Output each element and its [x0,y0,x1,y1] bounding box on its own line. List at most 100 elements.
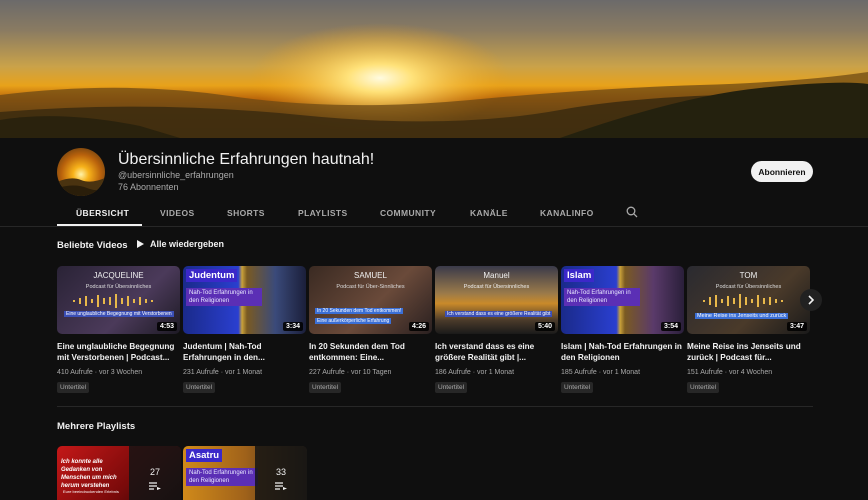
tab-playlists[interactable]: PLAYLISTS [298,208,348,218]
tab-about[interactable]: KANALINFO [540,208,594,218]
thumbnail-title: Islam [564,269,595,282]
view-count: 185 Aufrufe [561,369,597,376]
video-card[interactable]: Manuel Podcast für Übersinnliches Ich ve… [435,266,558,394]
carousel-next-button[interactable] [800,289,822,311]
playlist-icon [275,482,287,490]
view-count: 151 Aufrufe [687,369,723,376]
playlist-count-overlay: 33 [255,446,307,500]
thumbnail-subtitle: Podcast für Übersinnliches [85,284,152,290]
video-duration: 3:34 [282,322,303,331]
upload-age: vor 1 Monat [603,369,641,376]
subtitle-badge: Untertitel [561,382,594,393]
video-meta: 227 Aufrufe · vor 10 Tagen [309,369,392,376]
channel-avatar[interactable] [57,148,105,196]
subtitle-badge: Untertitel [435,382,468,393]
video-title[interactable]: In 20 Sekunden dem Tod entkommen: Eine..… [309,341,432,363]
video-card[interactable]: Judentum Nah-Tod Erfahrungen in den Reli… [183,266,306,394]
thumbnail-subtitle: Nah-Tod Erfahrungen in den Religionen [186,288,262,306]
thumbnail-caption: Eine unglaubliche Begegnung mit Verstorb… [64,311,174,317]
playlist-thumbnail-text: Ich konnte alle Gedanken von Menschen um… [61,459,117,489]
video-title[interactable]: Meine Reise ins Jenseits und zurück | Po… [687,341,810,363]
view-count: 227 Aufrufe [309,369,345,376]
video-duration: 4:53 [156,322,177,331]
play-icon [137,240,144,248]
playlist-video-count: 27 [149,467,160,477]
upload-age: vor 3 Wochen [99,369,143,376]
thumbnail-title: SAMUEL [354,271,387,280]
thumbnail-subtitle: Podcast für Über-Sinnliches [336,284,405,290]
tab-community[interactable]: COMMUNITY [380,208,436,218]
subscribe-button[interactable]: Abonnieren [751,161,813,182]
subtitle-badge: Untertitel [57,382,90,393]
subtitle-badge: Untertitel [183,382,216,393]
video-duration: 4:26 [408,322,429,331]
play-all-button[interactable]: Alle wiedergeben [137,239,224,249]
video-card[interactable]: SAMUEL Podcast für Über-Sinnliches In 20… [309,266,432,394]
channel-title: Übersinnliche Erfahrungen hautnah! [118,151,375,168]
upload-age: vor 1 Monat [477,369,515,376]
channel-banner [0,0,868,138]
video-thumbnail[interactable]: JACQUELINE Podcast für Übersinnliches Ei… [57,266,180,334]
video-meta: 231 Aufrufe · vor 1 Monat [183,369,263,376]
video-thumbnail[interactable]: Judentum Nah-Tod Erfahrungen in den Reli… [183,266,306,334]
video-title[interactable]: Islam | Nah-Tod Erfahrungen in den Relig… [561,341,684,363]
subtitle-badge: Untertitel [687,382,720,393]
section-divider [57,406,813,407]
view-count: 186 Aufrufe [435,369,471,376]
subscriber-count: 76 Abonnenten [118,182,179,192]
video-duration: 5:40 [534,322,555,331]
playlist-thumbnail-title: Asatru [186,449,223,462]
tab-shorts[interactable]: SHORTS [227,208,265,218]
video-meta: 151 Aufrufe · vor 4 Wochen [687,369,773,376]
video-title[interactable]: Judentum | Nah-Tod Erfahrungen in den... [183,341,306,363]
thumbnail-title: Judentum [186,269,238,282]
thumbnail-caption: Meine Reise ins Jenseits und zurück [695,313,789,319]
thumbnail-title: TOM [739,271,758,280]
playlist-thumbnail-subtitle: Nah-Tod Erfahrungen in den Religionen [186,468,258,486]
tab-channels[interactable]: KANÄLE [470,208,508,218]
popular-videos-heading: Beliebte Videos [57,240,128,251]
waveform-graphic [73,294,153,308]
video-meta: 185 Aufrufe · vor 1 Monat [561,369,641,376]
video-thumbnail[interactable]: TOM Podcast für Übersinnliches Meine Rei… [687,266,810,334]
upload-age: vor 4 Wochen [729,369,773,376]
thumbnail-caption: Ich verstand dass es eine größere Realit… [445,311,553,317]
video-duration: 3:54 [660,322,681,331]
upload-age: vor 1 Monat [225,369,263,376]
channel-handle: @ubersinnliche_erfahrungen [118,170,234,180]
thumbnail-caption-secondary: Eine außerkörperliche Erfahrung [315,318,392,324]
video-thumbnail[interactable]: Manuel Podcast für Übersinnliches Ich ve… [435,266,558,334]
video-meta: 410 Aufrufe · vor 3 Wochen [57,369,143,376]
playlist-card[interactable]: Ich konnte alle Gedanken von Menschen um… [57,446,181,500]
video-duration: 3:47 [786,322,807,331]
search-icon[interactable] [626,206,638,218]
tab-overview[interactable]: ÜBERSICHT [76,208,129,218]
playlist-icon [149,482,161,490]
video-thumbnail[interactable]: SAMUEL Podcast für Über-Sinnliches In 20… [309,266,432,334]
thumbnail-subtitle: Podcast für Übersinnliches [715,284,782,290]
video-card[interactable]: JACQUELINE Podcast für Übersinnliches Ei… [57,266,180,394]
thumbnail-subtitle: Nah-Tod Erfahrungen in den Religionen [564,288,640,306]
video-thumbnail[interactable]: Islam Nah-Tod Erfahrungen in den Religio… [561,266,684,334]
chevron-right-icon [808,295,815,305]
video-meta: 186 Aufrufe · vor 1 Monat [435,369,515,376]
subtitle-badge: Untertitel [309,382,342,393]
playlists-heading: Mehrere Playlists [57,421,136,432]
video-card[interactable]: TOM Podcast für Übersinnliches Meine Rei… [687,266,810,394]
upload-age: vor 10 Tagen [351,369,392,376]
playlist-video-count: 33 [275,467,286,477]
video-title[interactable]: Eine unglaubliche Begegnung mit Verstorb… [57,341,180,363]
thumbnail-caption: In 20 Sekunden dem Tod entkommen! [315,308,404,314]
video-card[interactable]: Islam Nah-Tod Erfahrungen in den Religio… [561,266,684,394]
play-all-label: Alle wiedergeben [150,239,225,249]
waveform-graphic [703,294,783,308]
video-title[interactable]: Ich verstand dass es eine größere Realit… [435,341,558,363]
view-count: 231 Aufrufe [183,369,219,376]
view-count: 410 Aufrufe [57,369,93,376]
playlist-card[interactable]: Asatru Nah-Tod Erfahrungen in den Religi… [183,446,307,500]
playlist-thumbnail-subtitle: Eure beeindruckenden Erlebnis [63,489,119,494]
playlist-count-overlay: 27 [129,446,181,500]
thumbnail-title: JACQUELINE [93,271,144,280]
tab-videos[interactable]: VIDEOS [160,208,195,218]
thumbnail-title: Manuel [483,271,510,280]
